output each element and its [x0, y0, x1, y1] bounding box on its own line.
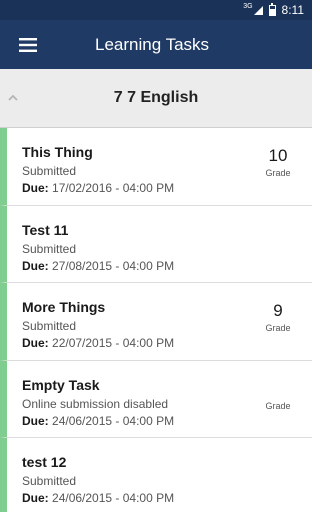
- grade-box: 10 Grade: [258, 146, 298, 178]
- grade-value: [258, 224, 298, 244]
- task-row[interactable]: This Thing Submitted Due: 17/02/2016 - 0…: [0, 128, 312, 206]
- task-due: Due: 17/02/2016 - 04:00 PM: [22, 181, 174, 195]
- task-status: Submitted: [22, 241, 77, 256]
- grade-value: 10: [268, 146, 288, 165]
- due-label: Due:: [22, 413, 49, 428]
- battery-icon: [268, 2, 276, 16]
- status-bar: 3G 8:11: [0, 0, 312, 20]
- app-title: Learning Tasks: [95, 34, 210, 54]
- task-name: Empty Task: [22, 376, 100, 393]
- task-due: Due: 22/07/2015 - 04:00 PM: [22, 336, 174, 350]
- menu-button[interactable]: [0, 20, 56, 69]
- grade-value: 9: [273, 301, 283, 320]
- grade-box: Grade: [258, 379, 298, 411]
- course-title: 7 7 English: [113, 89, 199, 106]
- grade-value: [258, 379, 298, 399]
- task-name: More Things: [22, 299, 106, 315]
- grade-box: 9 Grade: [258, 301, 298, 333]
- grade-label: Grade: [265, 323, 291, 333]
- app-bar: Learning Tasks: [0, 20, 312, 69]
- grade-value: [258, 456, 298, 476]
- due-label: Due:: [22, 258, 49, 273]
- due-date: 22/07/2015 - 04:00 PM: [52, 336, 175, 350]
- task-status: Submitted: [22, 319, 77, 333]
- task-row[interactable]: test 12 Submitted Due: 24/06/2015 - 04:0…: [0, 438, 312, 512]
- hamburger-menu-icon: [19, 37, 37, 52]
- grade-label: Grade: [265, 168, 291, 178]
- due-label: Due:: [22, 181, 49, 195]
- task-due: Due: 27/08/2015 - 04:00 PM: [22, 259, 174, 273]
- task-due: Due: 24/06/2015 - 04:00 PM: [22, 491, 174, 505]
- task-name: test 12: [22, 454, 67, 470]
- grade-label: Grade: [265, 400, 291, 411]
- task-name: This Thing: [22, 144, 93, 160]
- task-row[interactable]: Empty Task Online submission disabled Du…: [0, 360, 312, 438]
- signal-icon: [253, 5, 263, 15]
- grade-box: [258, 224, 298, 246]
- due-date: 27/08/2015 - 04:00 PM: [52, 258, 175, 273]
- course-header[interactable]: 7 7 English: [0, 69, 312, 128]
- due-date: 17/02/2016 - 04:00 PM: [52, 181, 175, 195]
- task-list: This Thing Submitted Due: 17/02/2016 - 0…: [0, 128, 312, 512]
- due-date: 24/06/2015 - 04:00 PM: [52, 413, 175, 428]
- task-row[interactable]: Test 11 Submitted Due: 27/08/2015 - 04:0…: [0, 205, 312, 283]
- task-status: Submitted: [22, 474, 77, 488]
- task-name: Test 11: [22, 221, 69, 238]
- task-status: Submitted: [22, 164, 77, 178]
- grade-box: [258, 456, 298, 478]
- task-status: Online submission disabled: [22, 396, 169, 411]
- chevron-up-icon[interactable]: [6, 91, 20, 105]
- network-type: 3G: [243, 2, 253, 10]
- due-date: 24/06/2015 - 04:00 PM: [52, 491, 175, 505]
- due-label: Due:: [22, 491, 49, 505]
- status-time: 8:11: [281, 3, 304, 17]
- task-row[interactable]: More Things Submitted Due: 22/07/2015 - …: [0, 283, 312, 361]
- task-due: Due: 24/06/2015 - 04:00 PM: [22, 414, 174, 428]
- due-label: Due:: [22, 336, 49, 350]
